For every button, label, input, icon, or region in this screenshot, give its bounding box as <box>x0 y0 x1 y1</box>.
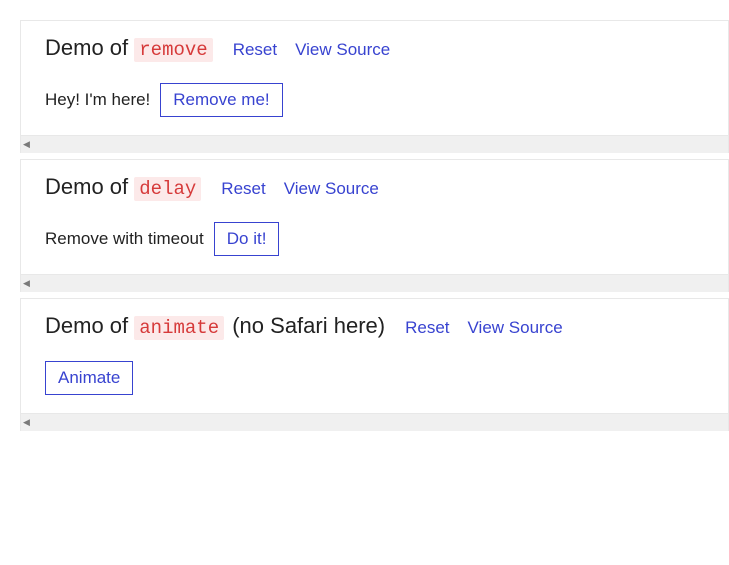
demo-delay: Demo of delay Reset View Source Remove w… <box>20 159 729 275</box>
demo-animate: Demo of animate (no Safari here) Reset V… <box>20 298 729 414</box>
do-it-button[interactable]: Do it! <box>214 222 280 256</box>
title-prefix: Demo of <box>45 313 128 338</box>
code-tag: remove <box>134 38 212 62</box>
reset-link[interactable]: Reset <box>405 318 449 338</box>
demo-header: Demo of animate (no Safari here) Reset V… <box>45 313 704 339</box>
demo-note: (no Safari here) <box>232 313 385 338</box>
demo-body: Hey! I'm here! Remove me! <box>45 83 704 117</box>
view-source-link[interactable]: View Source <box>284 179 379 199</box>
body-text: Remove with timeout <box>45 229 204 249</box>
remove-me-button[interactable]: Remove me! <box>160 83 282 117</box>
scroll-left-icon: ◀ <box>23 140 30 149</box>
code-tag: delay <box>134 177 201 201</box>
demo-body: Remove with timeout Do it! <box>45 222 704 256</box>
demo-body: Animate <box>45 361 704 395</box>
title-prefix: Demo of <box>45 174 128 199</box>
demo-header: Demo of remove Reset View Source <box>45 35 704 61</box>
scroll-strip[interactable]: ◀ <box>20 275 729 292</box>
reset-link[interactable]: Reset <box>233 40 277 60</box>
scroll-left-icon: ◀ <box>23 418 30 427</box>
scroll-strip[interactable]: ◀ <box>20 414 729 431</box>
view-source-link[interactable]: View Source <box>468 318 563 338</box>
demo-title: Demo of remove <box>45 35 213 61</box>
title-prefix: Demo of <box>45 35 128 60</box>
view-source-link[interactable]: View Source <box>295 40 390 60</box>
code-tag: animate <box>134 316 224 340</box>
body-text: Hey! I'm here! <box>45 90 150 110</box>
demo-title: Demo of delay <box>45 174 201 200</box>
scroll-strip[interactable]: ◀ <box>20 136 729 153</box>
demo-header: Demo of delay Reset View Source <box>45 174 704 200</box>
animate-button[interactable]: Animate <box>45 361 133 395</box>
demo-remove: Demo of remove Reset View Source Hey! I'… <box>20 20 729 136</box>
scroll-left-icon: ◀ <box>23 279 30 288</box>
reset-link[interactable]: Reset <box>221 179 265 199</box>
demo-title: Demo of animate (no Safari here) <box>45 313 385 339</box>
